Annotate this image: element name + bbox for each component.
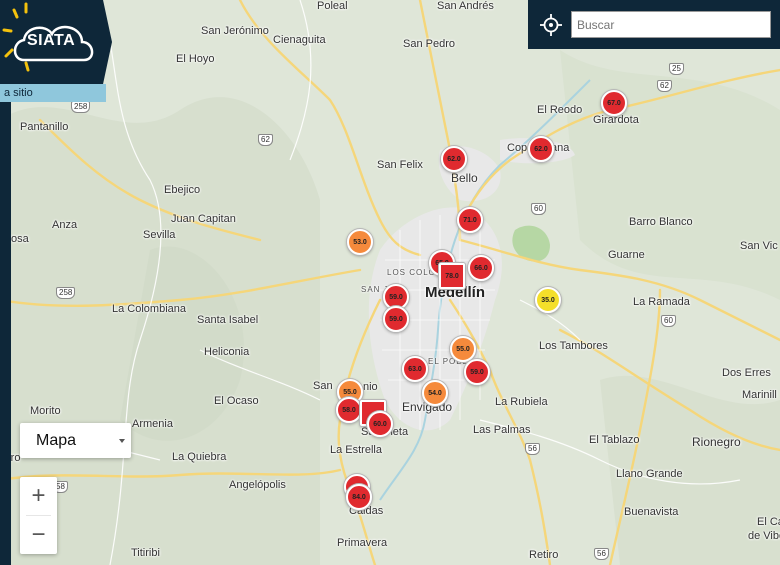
station-marker[interactable]: 71.0: [457, 207, 483, 233]
place-label: San Felix: [377, 159, 423, 171]
place-label: Angelópolis: [229, 479, 286, 491]
place-label: Rionegro: [692, 435, 741, 449]
place-label: de Vibo: [748, 530, 780, 542]
road-shield: 60: [661, 315, 676, 327]
place-label: Titiribi: [131, 547, 160, 559]
place-label: La Quiebra: [172, 451, 227, 463]
place-label: Pantanillo: [20, 121, 69, 133]
road-shield: 60: [531, 203, 546, 215]
place-label: Marinill: [742, 389, 777, 401]
station-marker[interactable]: 35.0: [535, 287, 561, 313]
place-label: Poleal: [317, 0, 348, 12]
place-label: LOS COLO: [387, 268, 436, 277]
place-label: Llano Grande: [616, 468, 683, 480]
station-marker[interactable]: 53.0: [347, 229, 373, 255]
caret-down-icon: [119, 439, 125, 443]
place-label: Dos Erres: [722, 367, 771, 379]
place-label: El Hoyo: [176, 53, 215, 65]
place-label: San Vic: [740, 240, 778, 252]
locate-icon[interactable]: [540, 14, 562, 36]
station-marker[interactable]: 84.0: [346, 484, 372, 510]
place-label: El Tablazo: [589, 434, 640, 446]
station-marker[interactable]: 60.0: [367, 411, 393, 437]
place-label: Buenavista: [624, 506, 679, 518]
road-shield: 62: [258, 134, 273, 146]
place-label: Primavera: [337, 537, 388, 549]
station-marker[interactable]: 59.0: [383, 306, 409, 332]
station-marker[interactable]: 62.0: [528, 136, 554, 162]
place-label: Sevilla: [143, 229, 176, 241]
road-shield: 25: [669, 63, 684, 75]
place-label: San Pedro: [403, 38, 455, 50]
zoom-out-button[interactable]: −: [20, 516, 57, 554]
station-marker[interactable]: 55.0: [450, 336, 476, 362]
place-label: La Estrella: [330, 444, 382, 456]
place-label: Barro Blanco: [629, 216, 693, 228]
logo-text: SIATA: [27, 32, 76, 49]
place-label: El Reodo: [537, 104, 583, 116]
site-link[interactable]: a sitio: [0, 84, 106, 102]
station-marker[interactable]: 54.0: [422, 380, 448, 406]
road-shield: 258: [56, 287, 76, 299]
place-label: Anza: [52, 219, 78, 231]
road-shield: 56: [525, 443, 540, 455]
place-label: Bello: [451, 171, 478, 185]
station-marker[interactable]: 62.0: [441, 146, 467, 172]
road-shield: 62: [657, 80, 672, 92]
place-label: Ebejico: [164, 184, 201, 196]
place-label: Santa Isabel: [197, 314, 259, 326]
left-panel-strip: [0, 100, 11, 565]
station-marker[interactable]: 67.0: [601, 90, 627, 116]
station-marker[interactable]: 66.0: [468, 255, 494, 281]
place-label: Juan Capitan: [171, 213, 236, 225]
map-type-select[interactable]: Mapa: [20, 423, 131, 458]
place-label: Heliconia: [204, 346, 250, 358]
place-label: La Colombiana: [112, 303, 186, 315]
road-shield: 258: [71, 101, 91, 113]
station-marker[interactable]: 78.0: [439, 263, 465, 289]
place-label: La Ramada: [633, 296, 690, 308]
place-label: Morito: [30, 405, 61, 417]
place-label: Los Tambores: [539, 340, 608, 352]
zoom-in-button[interactable]: +: [20, 477, 57, 515]
place-label: Retiro: [529, 549, 559, 561]
place-label: osa: [11, 233, 29, 245]
place-label: La Rubiela: [495, 396, 548, 408]
station-marker[interactable]: 59.0: [464, 359, 490, 385]
place-label: San Jerónimo: [201, 25, 269, 37]
map-type-label: Mapa: [36, 432, 77, 449]
place-label: San: [313, 380, 333, 392]
place-label: Las Palmas: [473, 424, 531, 436]
place-label: Guarne: [608, 249, 645, 261]
road-shield: 56: [594, 548, 609, 560]
siata-logo[interactable]: SIATA: [0, 0, 112, 84]
place-label: El Ocaso: [214, 395, 259, 407]
search-input[interactable]: [571, 11, 771, 38]
place-label: nio: [363, 381, 378, 393]
place-label: Cienaguita: [273, 34, 326, 46]
station-marker[interactable]: 58.0: [336, 397, 362, 423]
zoom-control: + −: [20, 477, 57, 554]
place-label: San Andrés: [437, 0, 494, 12]
place-label: El Ca: [757, 516, 780, 528]
place-label: Armenia: [132, 418, 173, 430]
station-marker[interactable]: 63.0: [402, 356, 428, 382]
